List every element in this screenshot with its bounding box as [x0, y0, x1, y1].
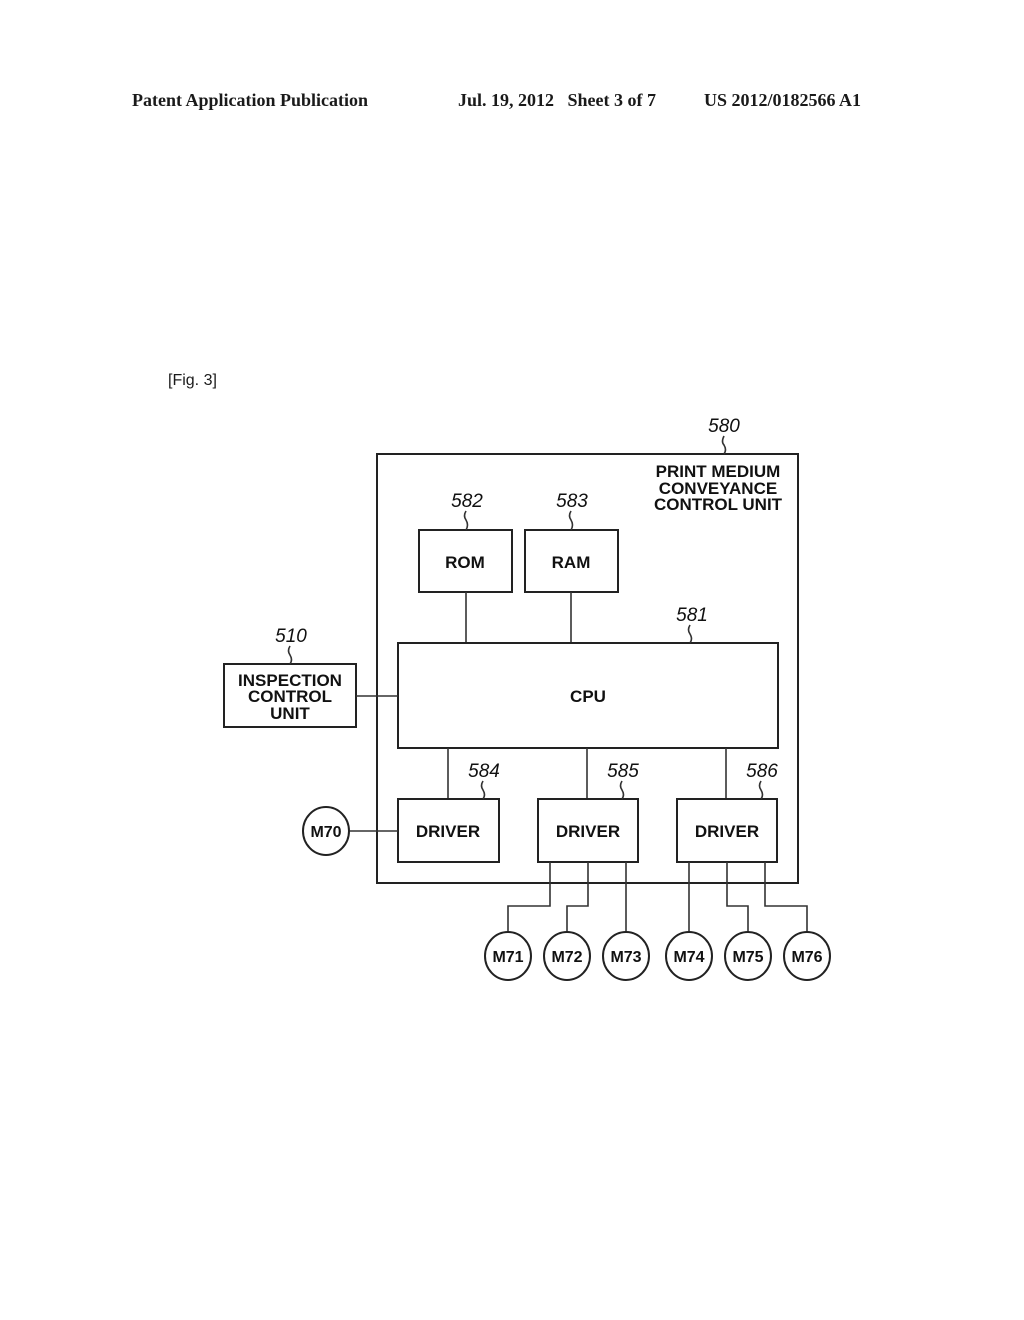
driver-586-label: DRIVER: [695, 822, 759, 841]
ref-586: 586: [746, 761, 778, 782]
motor-m76-label: M76: [791, 949, 822, 966]
motor-m72-label: M72: [551, 949, 582, 966]
driver-584-label: DRIVER: [416, 822, 480, 841]
inspection-label-line-3: UNIT: [270, 704, 310, 723]
motor-m73-label: M73: [610, 949, 641, 966]
rom-label: ROM: [445, 553, 485, 572]
motor-m75-label: M75: [732, 949, 763, 966]
ref-581: 581: [676, 605, 708, 626]
ref-584: 584: [468, 761, 500, 782]
block-diagram: 580 PRINT MEDIUM CONVEYANCE CONTROL UNIT…: [223, 416, 831, 981]
ref-585: 585: [607, 761, 639, 782]
motor-m74-label: M74: [673, 949, 704, 966]
motor-m70-label: M70: [310, 824, 341, 841]
leader-510: [287, 645, 293, 665]
ref-582: 582: [451, 491, 483, 512]
leader-580: [721, 435, 727, 455]
motor-m71-label: M71: [492, 949, 523, 966]
cpu-label: CPU: [570, 687, 606, 706]
ram-label: RAM: [552, 553, 591, 572]
ref-583: 583: [556, 491, 588, 512]
ref-510: 510: [275, 626, 307, 647]
ref-580: 580: [708, 416, 740, 437]
driver-585-label: DRIVER: [556, 822, 620, 841]
unit-title-line-3: CONTROL UNIT: [654, 495, 783, 514]
